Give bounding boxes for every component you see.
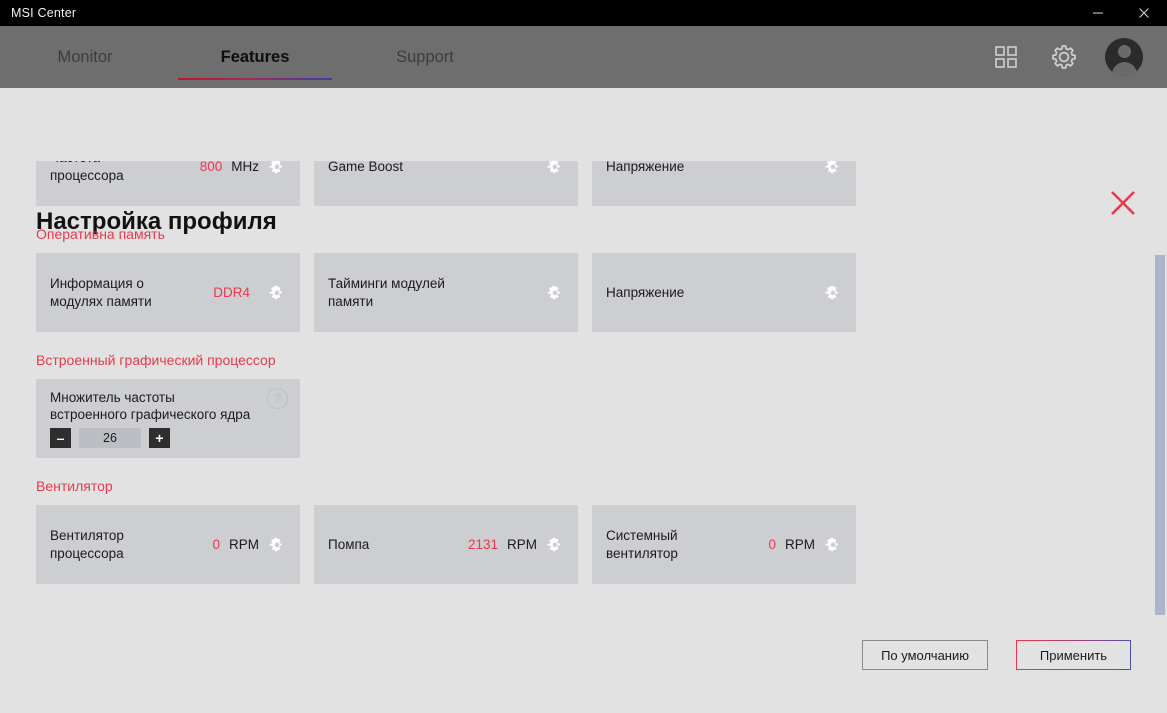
gear-icon[interactable] <box>546 284 564 302</box>
settings-scroll-viewport: Частота процессора 800 MHz Game Boost <box>0 161 1167 713</box>
card-value: DDR4 <box>213 285 250 300</box>
gear-icon[interactable] <box>268 284 286 302</box>
tab-support-label: Support <box>396 47 454 66</box>
card-label: Частота процессора <box>50 161 124 183</box>
tab-support[interactable]: Support <box>340 26 510 88</box>
section-title-fan: Вентилятор <box>36 478 113 494</box>
card-row: Вентилятор процессора 0 RPM Помпа 2131 R… <box>36 505 1131 584</box>
card-memory-timings[interactable]: Тайминги модулей памяти <box>314 253 578 332</box>
tab-features[interactable]: Features <box>170 26 340 88</box>
grid-icon-glyph <box>995 46 1017 68</box>
avatar-body <box>1111 62 1137 76</box>
scrollbar-track[interactable] <box>1153 88 1167 713</box>
app-title: MSI Center <box>11 6 77 20</box>
help-icon-label: ? <box>273 391 282 406</box>
card-value-group: DDR4 <box>213 284 286 302</box>
apply-button[interactable]: Применить <box>1016 640 1131 670</box>
tab-features-label: Features <box>220 47 290 66</box>
card-value-group <box>806 284 842 302</box>
nav-tabs: Monitor Features Support <box>0 26 510 88</box>
card-label: Помпа <box>328 536 370 552</box>
avatar-head <box>1117 45 1131 58</box>
avatar[interactable] <box>1105 38 1143 76</box>
gear-icon[interactable] <box>824 161 842 176</box>
card-value-group <box>528 284 564 302</box>
card-value-group: 0 RPM <box>768 536 842 554</box>
card-label: Системный вентилятор <box>606 527 678 561</box>
card-label: Напряжение <box>606 161 685 174</box>
gear-icon[interactable] <box>546 536 564 554</box>
title-bar: MSI Center <box>0 0 1167 26</box>
card-row: Множитель частоты встроенного графическо… <box>36 379 1131 458</box>
card-value: 2131 <box>467 537 498 552</box>
card-value-group: 800 MHz <box>200 161 286 176</box>
plus-icon: + <box>155 430 164 446</box>
section-fan: Вентилятор Вентилятор процессора 0 RPM П… <box>36 478 1131 584</box>
section-igpu: Встроенный графический процессор Множите… <box>36 352 1131 458</box>
gear-icon[interactable] <box>268 536 286 554</box>
scrollbar-thumb[interactable] <box>1155 255 1165 615</box>
gear-icon[interactable] <box>824 536 842 554</box>
apply-button-label: Применить <box>1039 647 1108 663</box>
card-value-group <box>806 161 842 176</box>
card-value: 0 <box>768 537 776 552</box>
igpu-multiplier-stepper: – 26 + <box>50 428 286 448</box>
card-unit: RPM <box>507 537 537 552</box>
stepper-value[interactable]: 26 <box>79 428 141 448</box>
card-label: Тайминги модулей памяти <box>328 275 445 309</box>
minimize-button[interactable] <box>1075 0 1121 26</box>
card-game-boost[interactable]: Game Boost <box>314 161 578 206</box>
section-title-igpu: Встроенный графический процессор <box>36 352 276 368</box>
card-label: Вентилятор процессора <box>50 527 124 561</box>
card-memory-info[interactable]: Информация о модулях памяти DDR4 <box>36 253 300 332</box>
help-icon[interactable]: ? <box>267 388 288 409</box>
gear-icon[interactable] <box>268 161 286 176</box>
nav-right-actions <box>989 26 1167 88</box>
tab-monitor[interactable]: Monitor <box>0 26 170 88</box>
card-unit: RPM <box>785 537 815 552</box>
card-unit: MHz <box>231 161 259 174</box>
card-igpu-multiplier[interactable]: Множитель частоты встроенного графическо… <box>36 379 300 458</box>
stepper-decrease-button[interactable]: – <box>50 428 71 448</box>
card-cpu-voltage[interactable]: Напряжение <box>592 161 856 206</box>
close-window-button[interactable] <box>1121 0 1167 26</box>
section-title-ram: Оперативна память <box>36 226 165 242</box>
card-row: Частота процессора 800 MHz Game Boost <box>36 161 1131 206</box>
section-ram: Оперативна память Информация о модулях п… <box>36 226 1131 332</box>
settings-scroll-content: Частота процессора 800 MHz Game Boost <box>0 161 1167 584</box>
card-row: Информация о модулях памяти DDR4 Тайминг… <box>36 253 1131 332</box>
card-cpu-frequency[interactable]: Частота процессора 800 MHz <box>36 161 300 206</box>
main-navbar: Monitor Features Support <box>0 26 1167 88</box>
card-value-group <box>528 161 564 176</box>
card-unit: RPM <box>229 537 259 552</box>
card-pump[interactable]: Помпа 2131 RPM <box>314 505 578 584</box>
card-label: Информация о модулях памяти <box>50 275 152 309</box>
card-cpu-fan[interactable]: Вентилятор процессора 0 RPM <box>36 505 300 584</box>
window-controls <box>1075 0 1167 26</box>
gear-icon-glyph <box>1052 45 1076 69</box>
stepper-increase-button[interactable]: + <box>149 428 170 448</box>
close-icon <box>1139 8 1149 18</box>
footer-actions: По умолчанию Применить <box>862 640 1131 670</box>
gear-icon[interactable] <box>824 284 842 302</box>
card-label: Множитель частоты встроенного графическо… <box>50 390 251 422</box>
card-label: Game Boost <box>328 161 404 174</box>
card-system-fan[interactable]: Системный вентилятор 0 RPM <box>592 505 856 584</box>
gear-icon[interactable] <box>546 161 564 176</box>
card-value-group: 0 RPM <box>212 536 286 554</box>
settings-gear-icon[interactable] <box>1047 40 1081 74</box>
card-value: 0 <box>212 537 220 552</box>
profile-settings-page: Настройка профиля Частота процессора 800… <box>0 88 1167 713</box>
tab-monitor-label: Monitor <box>57 47 113 66</box>
default-button[interactable]: По умолчанию <box>862 640 988 670</box>
section-cpu: Частота процессора 800 MHz Game Boost <box>36 161 1131 206</box>
card-value: 800 <box>199 161 223 174</box>
card-value-group: 2131 RPM <box>468 536 564 554</box>
default-button-label: По умолчанию <box>881 647 969 663</box>
card-label: Напряжение <box>606 284 685 300</box>
grid-icon[interactable] <box>989 40 1023 74</box>
minus-icon: – <box>56 430 65 446</box>
minimize-icon <box>1093 12 1103 14</box>
card-memory-voltage[interactable]: Напряжение <box>592 253 856 332</box>
